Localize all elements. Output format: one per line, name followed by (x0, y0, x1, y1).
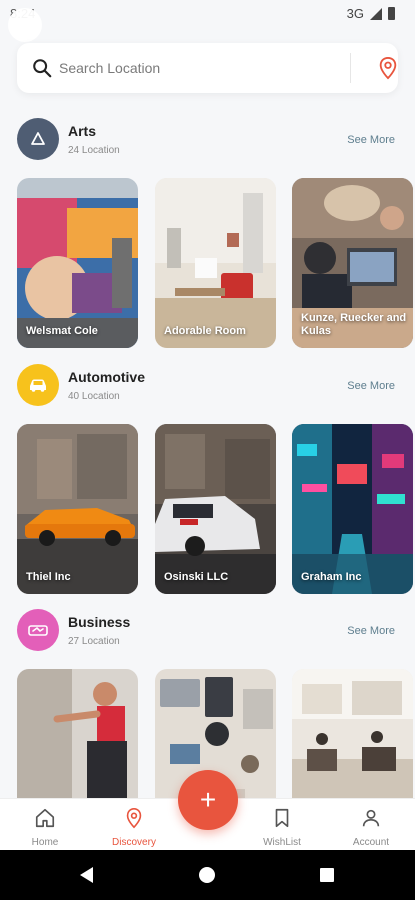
section-automotive: Automotive 40 Location See More Thiel In… (0, 364, 415, 604)
section-count: 27 Location (68, 636, 120, 647)
section-count: 24 Location (68, 145, 120, 156)
search-icon (33, 59, 52, 78)
see-more-link[interactable]: See More (347, 625, 395, 637)
car-icon (30, 379, 46, 392)
plus-icon: + (199, 784, 217, 815)
card-image-white-car (155, 424, 276, 594)
status-indicators: 3G (347, 6, 395, 21)
category-icon-arts (17, 118, 59, 160)
nav-label: Home (31, 837, 59, 848)
location-card[interactable]: Thiel Inc (17, 424, 138, 594)
recents-icon[interactable] (320, 868, 334, 882)
search-divider (350, 53, 351, 83)
location-card[interactable]: Welsmat Cole (17, 178, 138, 348)
bookmark-icon (275, 808, 289, 828)
card-label: Welsmat Cole (26, 325, 98, 337)
card-row: Welsmat Cole Adorable Room Kunze, Ruecke… (17, 178, 415, 348)
status-bar: 8:24 3G (0, 0, 415, 42)
back-icon[interactable] (80, 867, 93, 883)
nav-label: Account (352, 837, 390, 848)
card-label: Graham Inc (301, 571, 362, 583)
card-label: Osinski LLC (164, 571, 229, 583)
location-card[interactable]: Adorable Room (155, 178, 276, 348)
location-card[interactable]: Osinski LLC (155, 424, 276, 594)
search-bar[interactable] (17, 43, 398, 93)
location-card[interactable]: Kunze, Ruecker and Kulas (292, 178, 413, 348)
section-count: 40 Location (68, 391, 120, 402)
search-input[interactable] (59, 56, 349, 80)
signal-icon (370, 7, 382, 20)
nav-item-home[interactable]: Home (10, 807, 80, 848)
card-image-orange-sports-car (17, 424, 138, 594)
status-overlay-dot (8, 8, 42, 42)
category-icon-automotive (17, 364, 59, 406)
section-title: Business (68, 614, 131, 630)
home-circle-icon[interactable] (199, 867, 215, 883)
nav-item-wishlist[interactable]: WishList (247, 807, 317, 848)
category-icon-business (17, 609, 59, 651)
nav-item-account[interactable]: Account (336, 807, 406, 848)
card-label: Adorable Room (164, 325, 246, 337)
card-label: Thiel Inc (26, 571, 71, 583)
add-button[interactable]: + (178, 770, 238, 830)
battery-icon (388, 7, 395, 20)
card-image-street-mural (17, 178, 138, 348)
nav-item-discovery[interactable]: Discovery (99, 807, 169, 848)
triangle-icon (31, 132, 45, 145)
card-image-living-room (155, 178, 276, 348)
card-label: Kunze, Ruecker and Kulas (301, 312, 407, 337)
location-card[interactable]: Graham Inc (292, 424, 413, 594)
section-title: Arts (68, 123, 97, 139)
see-more-link[interactable]: See More (347, 380, 395, 392)
user-icon (362, 809, 380, 827)
section-arts: Arts 24 Location See More Welsmat Cole A… (0, 118, 415, 358)
network-type: 3G (346, 6, 364, 21)
nav-label: WishList (263, 837, 301, 848)
home-icon (35, 808, 55, 828)
see-more-link[interactable]: See More (347, 134, 395, 146)
location-pin-icon[interactable] (377, 56, 399, 80)
nav-label: Discovery (112, 837, 156, 848)
handshake-icon (28, 625, 48, 636)
card-image-neon-city (292, 424, 413, 594)
system-navigation-bar (0, 850, 415, 900)
location-pin-icon (126, 808, 142, 829)
section-title: Automotive (68, 369, 145, 385)
card-row: Thiel Inc Osinski LLC Graham Inc (17, 424, 415, 594)
